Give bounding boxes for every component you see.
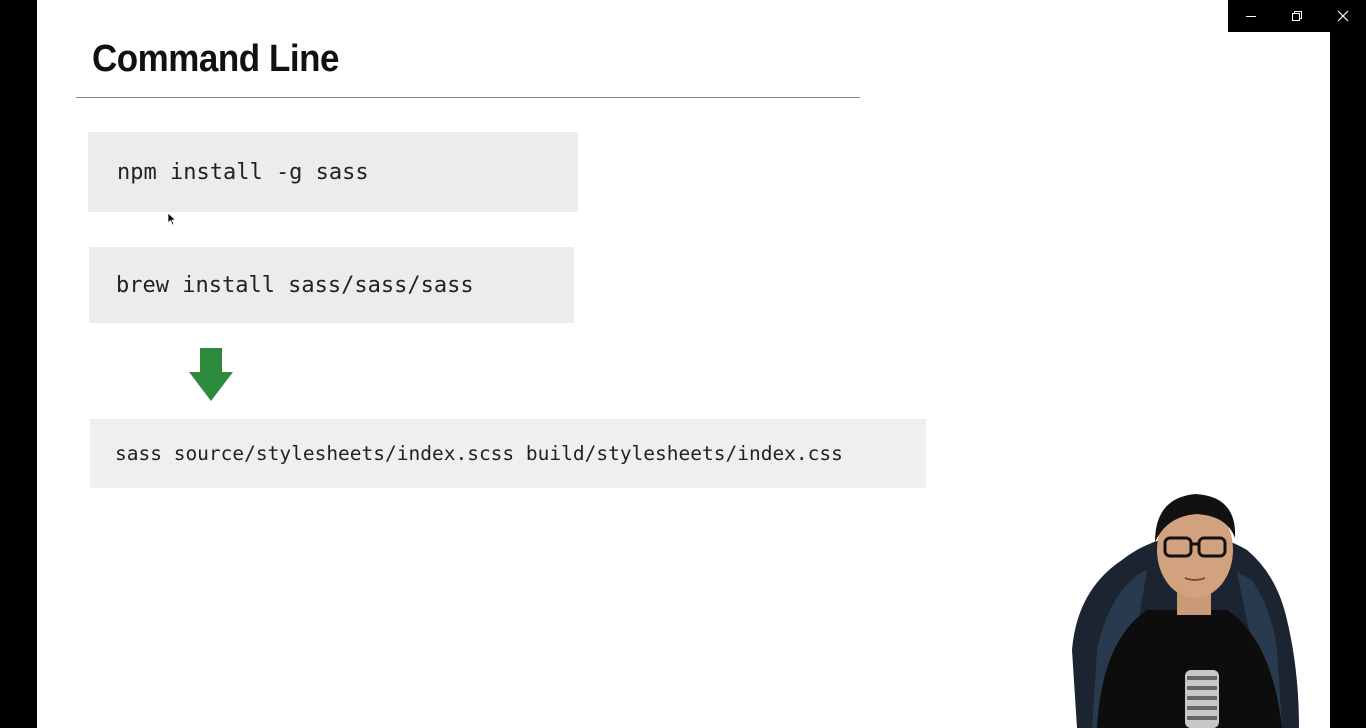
code-block-npm: npm install -g sass [88, 132, 578, 212]
restore-button[interactable] [1274, 0, 1320, 32]
code-text-npm: npm install -g sass [117, 159, 369, 185]
presenter-webcam-image [1072, 494, 1299, 728]
down-arrow-icon [189, 348, 233, 401]
code-text-brew: brew install sass/sass/sass [116, 272, 474, 298]
code-block-sass-compile: sass source/stylesheets/index.scss build… [90, 419, 926, 488]
presentation-slide: Command Line npm install -g sass brew in… [37, 0, 1330, 728]
code-text-sass-compile: sass source/stylesheets/index.scss build… [115, 442, 843, 465]
video-player: Command Line npm install -g sass brew in… [0, 0, 1366, 728]
window-controls [1228, 0, 1366, 32]
minimize-button[interactable] [1228, 0, 1274, 32]
code-block-brew: brew install sass/sass/sass [89, 247, 574, 323]
close-button[interactable] [1320, 0, 1366, 32]
mouse-cursor-icon [167, 212, 177, 226]
slide-title: Command Line [92, 38, 339, 80]
title-divider [76, 97, 860, 98]
restore-icon [1292, 11, 1302, 21]
close-icon [1337, 10, 1349, 22]
minimize-icon [1246, 16, 1256, 17]
